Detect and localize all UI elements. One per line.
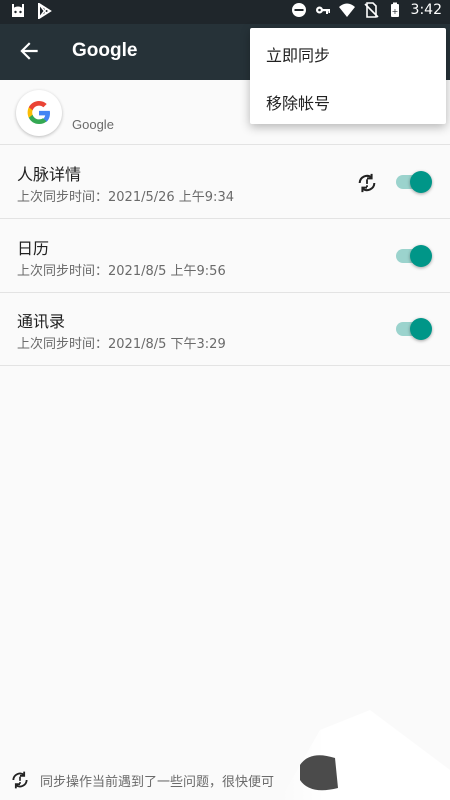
sync-problem-icon <box>12 771 28 789</box>
overflow-menu: 立即同步 移除帐号 <box>250 28 446 124</box>
page-title: Google <box>72 40 138 61</box>
account-name: Google <box>72 117 114 132</box>
menu-item-remove-account[interactable]: 移除帐号 <box>266 90 330 114</box>
vpn-key-icon <box>315 6 330 14</box>
sync-item-contacts-details[interactable]: 人脉详情 上次同步时间：2021/5/26 上午9:34 <box>0 145 450 219</box>
sync-item-title: 人脉详情 <box>17 165 82 184</box>
wifi-icon <box>338 3 355 17</box>
sync-item-title: 日历 <box>17 239 50 258</box>
back-arrow-icon[interactable] <box>16 38 42 64</box>
watermark-overlay <box>280 710 450 800</box>
no-sim-icon <box>363 2 379 18</box>
sync-item-subtitle: 上次同步时间：2021/8/5 上午9:56 <box>17 264 226 279</box>
android-icon <box>12 4 24 17</box>
play-store-icon <box>38 3 52 19</box>
sync-item-contacts[interactable]: 通讯录 上次同步时间：2021/8/5 下午3:29 <box>0 292 450 366</box>
sync-toggle[interactable] <box>396 171 432 193</box>
svg-text:+: + <box>391 7 398 16</box>
menu-item-sync-now[interactable]: 立即同步 <box>266 42 330 66</box>
sync-problem-icon <box>358 173 376 193</box>
do-not-disturb-icon <box>291 3 306 17</box>
sync-item-subtitle: 上次同步时间：2021/8/5 下午3:29 <box>17 337 226 352</box>
status-time: 3:42 <box>410 2 442 18</box>
sync-item-calendar[interactable]: 日历 上次同步时间：2021/8/5 上午9:56 <box>0 219 450 293</box>
sync-error-message: 同步操作当前遇到了一些问题，很快便可 <box>40 775 275 790</box>
sync-item-subtitle: 上次同步时间：2021/5/26 上午9:34 <box>17 190 234 205</box>
sync-toggle[interactable] <box>396 318 432 340</box>
sync-item-title: 通讯录 <box>17 312 66 331</box>
battery-icon: + <box>390 2 399 17</box>
status-bar: + 3:42 <box>0 0 450 24</box>
sync-toggle[interactable] <box>396 245 432 267</box>
google-logo-icon <box>16 90 62 136</box>
